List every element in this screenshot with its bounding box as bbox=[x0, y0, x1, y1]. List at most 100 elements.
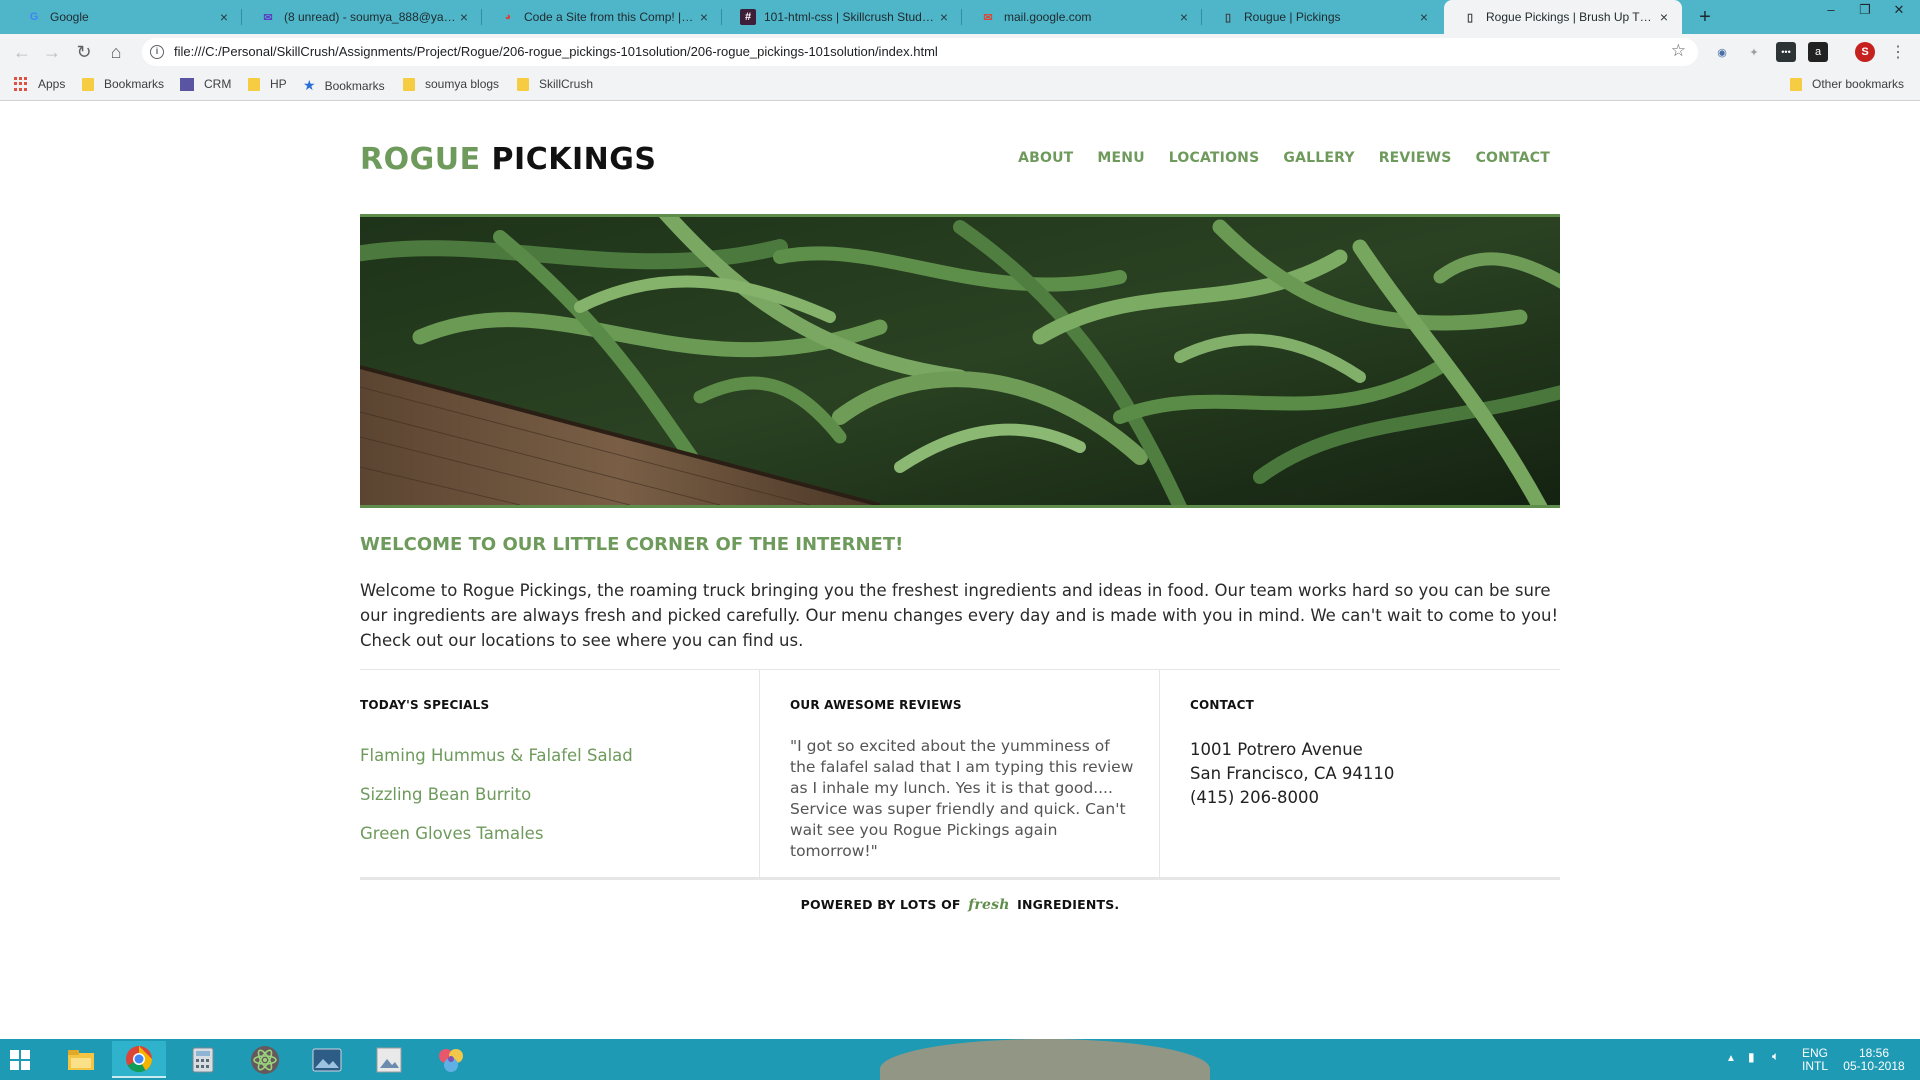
minimize-button[interactable]: – bbox=[1814, 0, 1848, 20]
bookmark-folder-soumya-blogs[interactable]: soumya blogs bbox=[403, 77, 499, 91]
page-favicon: ▯ bbox=[1466, 11, 1474, 24]
bookmark-crm[interactable]: CRM bbox=[180, 77, 231, 91]
keyboard-layout: INTL bbox=[1802, 1059, 1829, 1073]
info-icon[interactable]: i bbox=[150, 45, 164, 59]
file-explorer-icon[interactable] bbox=[54, 1041, 108, 1078]
nav-contact[interactable]: CONTACT bbox=[1476, 150, 1550, 166]
volume-icon[interactable]: 🔈︎ bbox=[1772, 1050, 1779, 1063]
chevron-up-icon[interactable]: ▲ bbox=[1726, 1052, 1736, 1065]
bookmark-star-icon[interactable]: ☆ bbox=[1671, 41, 1686, 61]
apps-grid-icon bbox=[14, 77, 28, 91]
reviews-heading: OUR AWESOME REVIEWS bbox=[790, 698, 962, 712]
tab-title: 101-html-css | Skillcrush Student bbox=[764, 10, 936, 24]
close-icon[interactable]: × bbox=[1176, 9, 1192, 25]
url-text: file:///C:/Personal/SkillCrush/Assignmen… bbox=[174, 44, 938, 59]
extension-icon[interactable]: ••• bbox=[1776, 42, 1796, 62]
info-columns: TODAY'S SPECIALS Flaming Hummus & Falafe… bbox=[360, 669, 1560, 880]
nav-menu[interactable]: MENU bbox=[1097, 150, 1144, 166]
footer-fresh-word: fresh bbox=[968, 897, 1010, 913]
bookmark-label: Bookmarks bbox=[324, 78, 385, 93]
folder-icon bbox=[82, 77, 94, 91]
extension-icon[interactable]: ◉ bbox=[1712, 42, 1732, 62]
specials-list: Flaming Hummus & Falafel Salad Sizzling … bbox=[360, 746, 633, 863]
welcome-paragraph: Welcome to Rogue Pickings, the roaming t… bbox=[360, 581, 1559, 650]
extension-icon[interactable]: a bbox=[1808, 42, 1828, 62]
special-item: Flaming Hummus & Falafel Salad bbox=[360, 746, 633, 765]
main-nav: ABOUT MENU LOCATIONS GALLERY REVIEWS CON… bbox=[1018, 150, 1550, 166]
back-button[interactable]: ← bbox=[10, 40, 34, 64]
bookmark-apps[interactable]: Apps bbox=[14, 77, 65, 91]
address-bar[interactable]: i file:///C:/Personal/SkillCrush/Assignm… bbox=[142, 38, 1698, 66]
nav-about[interactable]: ABOUT bbox=[1018, 150, 1073, 166]
close-icon[interactable]: × bbox=[216, 9, 232, 25]
profile-avatar[interactable]: S bbox=[1855, 42, 1875, 62]
bookmark-folder-hp[interactable]: HP bbox=[248, 77, 287, 91]
contact-address-line: 1001 Potrero Avenue bbox=[1190, 740, 1363, 759]
nav-reviews[interactable]: REVIEWS bbox=[1379, 150, 1452, 166]
welcome-heading: WELCOME TO OUR LITTLE CORNER OF THE INTE… bbox=[360, 534, 904, 555]
contact-city-line: San Francisco, CA 94110 bbox=[1190, 764, 1395, 783]
tab-title: Google bbox=[50, 10, 89, 24]
close-icon[interactable]: × bbox=[1656, 9, 1672, 25]
tab-google[interactable]: G Google × bbox=[8, 0, 242, 34]
specials-column: TODAY'S SPECIALS Flaming Hummus & Falafe… bbox=[360, 670, 760, 877]
atom-icon[interactable] bbox=[238, 1041, 292, 1078]
page-favicon: ▯ bbox=[1224, 11, 1232, 24]
review-quote: "I got so excited about the yumminess of… bbox=[790, 737, 1134, 860]
tab-rougue-pickings[interactable]: ▯ Rougue | Pickings × bbox=[1202, 0, 1442, 34]
clock[interactable]: 18:56 05-10-2018 bbox=[1843, 1047, 1905, 1073]
browser-toolbar: ← → ↻ ⌂ i file:///C:/Personal/SkillCrush… bbox=[0, 34, 1920, 70]
special-item: Sizzling Bean Burrito bbox=[360, 785, 532, 804]
new-tab-button[interactable]: + bbox=[1692, 4, 1718, 30]
calculator-icon[interactable] bbox=[176, 1041, 230, 1078]
reload-button[interactable]: ↻ bbox=[72, 40, 96, 64]
gmail-favicon: ✉ bbox=[983, 11, 993, 24]
network-icon[interactable]: ▮ bbox=[1748, 1051, 1755, 1064]
language-indicator[interactable]: ENG INTL bbox=[1802, 1047, 1828, 1073]
extension-icon[interactable]: ✦ bbox=[1744, 42, 1764, 62]
folder-icon bbox=[248, 77, 260, 91]
site-logo[interactable]: ROGUE PICKINGS bbox=[360, 142, 656, 177]
tab-title: mail.google.com bbox=[1004, 10, 1092, 24]
tab-rogue-pickings-active[interactable]: ▯ Rogue Pickings | Brush Up Those × bbox=[1444, 0, 1682, 34]
bookmark-folder-bookmarks[interactable]: Bookmarks bbox=[82, 77, 164, 91]
close-icon[interactable]: × bbox=[696, 9, 712, 25]
windows-start-icon[interactable] bbox=[10, 1050, 30, 1070]
photos-icon[interactable] bbox=[300, 1041, 354, 1078]
close-icon[interactable]: × bbox=[936, 9, 952, 25]
forward-button[interactable]: → bbox=[40, 40, 64, 64]
home-button[interactable]: ⌂ bbox=[104, 40, 128, 64]
star-icon: ★ bbox=[303, 77, 316, 93]
menu-icon[interactable]: ⋮ bbox=[1888, 42, 1908, 62]
bookmark-label: CRM bbox=[204, 77, 232, 91]
wallpaper-peek bbox=[880, 1039, 1210, 1080]
image-viewer-icon[interactable] bbox=[362, 1041, 416, 1078]
nav-gallery[interactable]: GALLERY bbox=[1283, 150, 1354, 166]
logo-part-rogue: ROGUE bbox=[360, 142, 481, 177]
slack-favicon: # bbox=[740, 9, 756, 25]
tab-title: Code a Site from this Comp! | Ski bbox=[524, 10, 696, 24]
folder-icon bbox=[403, 77, 415, 91]
windows-taskbar: ▲ ▮ 🔈︎ ENG INTL 18:56 05-10-2018 bbox=[0, 1039, 1920, 1080]
tab-title: (8 unread) - soumya_888@yahoo bbox=[284, 10, 456, 24]
paint-icon[interactable] bbox=[424, 1041, 478, 1078]
bookmark-label: soumya blogs bbox=[425, 77, 500, 91]
bookmark-starred-bookmarks[interactable]: ★ Bookmarks bbox=[303, 77, 385, 94]
bookmark-folder-skillcrush[interactable]: SkillCrush bbox=[517, 77, 593, 91]
contact-phone: (415) 206-8000 bbox=[1190, 788, 1320, 807]
tab-gmail[interactable]: ✉ mail.google.com × bbox=[962, 0, 1202, 34]
close-icon[interactable]: × bbox=[456, 9, 472, 25]
close-window-button[interactable]: ✕ bbox=[1882, 0, 1916, 20]
tab-yahoo-mail[interactable]: ✉ (8 unread) - soumya_888@yahoo × bbox=[242, 0, 482, 34]
chrome-icon[interactable] bbox=[112, 1041, 166, 1078]
restore-button[interactable]: ❐ bbox=[1848, 0, 1882, 20]
bookmark-label: HP bbox=[270, 77, 287, 91]
nav-locations[interactable]: LOCATIONS bbox=[1169, 150, 1260, 166]
other-bookmarks[interactable]: Other bookmarks bbox=[1790, 77, 1904, 91]
tab-slack[interactable]: # 101-html-css | Skillcrush Student × bbox=[722, 0, 962, 34]
tab-skillcrush-comp[interactable]: ◕ Code a Site from this Comp! | Ski × bbox=[482, 0, 722, 34]
google-favicon: G bbox=[29, 11, 39, 23]
browser-tab-strip: G Google × ✉ (8 unread) - soumya_888@yah… bbox=[0, 0, 1920, 34]
close-icon[interactable]: × bbox=[1416, 9, 1432, 25]
contact-details: 1001 Potrero Avenue San Francisco, CA 94… bbox=[1190, 738, 1394, 810]
